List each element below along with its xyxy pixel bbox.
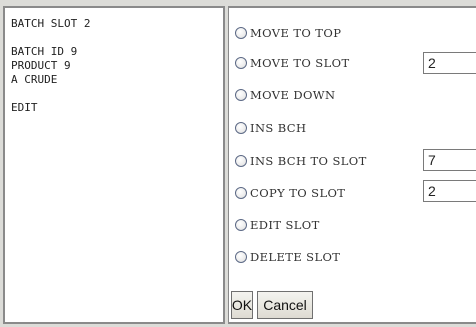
delete-slot-radio[interactable] [235, 251, 247, 263]
mode-line: EDIT [11, 101, 38, 114]
action-panel: MOVE TO TOP MOVE TO SLOT 2 MOVE DOWN INS… [228, 6, 476, 324]
option-label: INS BCH TO SLOT [250, 154, 367, 168]
option-label: EDIT SLOT [250, 218, 320, 232]
option-edit-slot[interactable]: EDIT SLOT [235, 214, 320, 236]
option-label: INS BCH [250, 121, 307, 135]
ins-bch-radio[interactable] [235, 122, 247, 134]
option-label: MOVE TO TOP [250, 26, 342, 40]
move-to-slot-input[interactable]: 2 [423, 52, 476, 74]
option-move-down[interactable]: MOVE DOWN [235, 84, 336, 106]
product-name-line: A CRUDE [11, 73, 58, 86]
product-line: PRODUCT 9 [11, 59, 71, 72]
ins-bch-to-slot-radio[interactable] [235, 155, 247, 167]
batch-id-line: BATCH ID 9 [11, 45, 78, 58]
option-label: MOVE TO SLOT [250, 56, 350, 70]
batch-slot-dialog: BATCH SLOT 2 BATCH ID 9 PRODUCT 9 A CRUD… [0, 0, 476, 327]
batch-slot-line: BATCH SLOT 2 [11, 17, 91, 30]
move-to-top-radio[interactable] [235, 27, 247, 39]
cancel-button[interactable]: Cancel [257, 291, 313, 319]
option-move-to-top[interactable]: MOVE TO TOP [235, 22, 341, 44]
copy-to-slot-input[interactable]: 2 [423, 180, 476, 202]
option-ins-bch[interactable]: INS BCH [235, 117, 306, 139]
move-down-radio[interactable] [235, 89, 247, 101]
edit-slot-radio[interactable] [235, 219, 247, 231]
copy-to-slot-radio[interactable] [235, 187, 247, 199]
ins-bch-to-slot-input[interactable]: 7 [423, 149, 476, 171]
option-label: MOVE DOWN [250, 88, 336, 102]
option-copy-to-slot[interactable]: COPY TO SLOT [235, 182, 345, 204]
ok-button[interactable]: OK [231, 291, 253, 319]
move-to-slot-radio[interactable] [235, 57, 247, 69]
option-label: COPY TO SLOT [250, 186, 346, 200]
option-ins-bch-to-slot[interactable]: INS BCH TO SLOT [235, 150, 367, 172]
option-delete-slot[interactable]: DELETE SLOT [235, 246, 340, 268]
option-label: DELETE SLOT [250, 250, 341, 264]
option-move-to-slot[interactable]: MOVE TO SLOT [235, 52, 350, 74]
batch-info-panel: BATCH SLOT 2 BATCH ID 9 PRODUCT 9 A CRUD… [3, 6, 225, 324]
